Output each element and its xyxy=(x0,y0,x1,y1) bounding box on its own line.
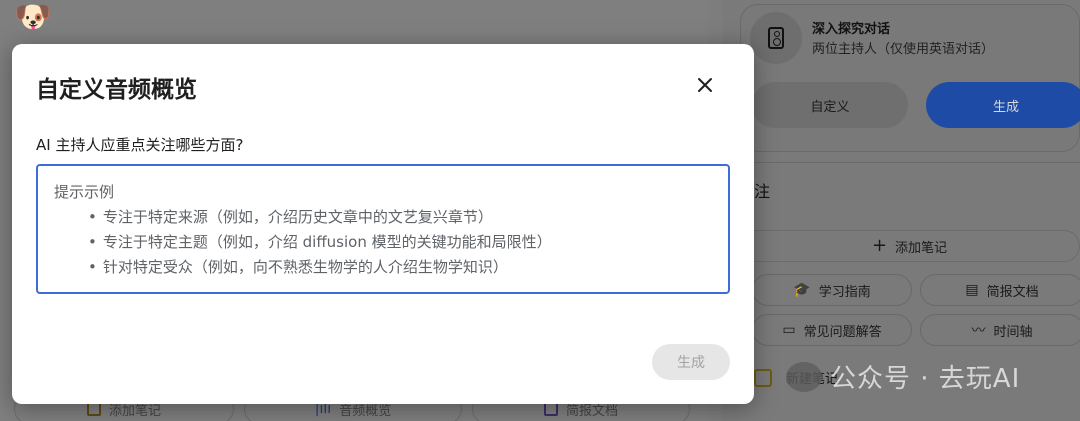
focus-prompt-textarea[interactable]: 提示示例 • 专注于特定来源（例如，介绍历史文章中的文艺复兴章节） • 专注于特定主… xyxy=(36,164,730,294)
prompt-example: • 专注于特定主题（例如，介绍 diffusion 模型的关键功能和局限性） xyxy=(88,233,552,251)
note-icon xyxy=(86,402,101,416)
speaker-icon xyxy=(750,12,802,64)
graduation-cap-icon: 🎓 xyxy=(793,282,811,298)
dog-avatar-icon: 🐶 xyxy=(14,0,52,35)
add-note-button[interactable]: + 添加笔记 xyxy=(740,230,1080,262)
trend-line-icon: 〰 xyxy=(971,323,986,339)
notes-section-title: 注 xyxy=(754,182,771,201)
timeline-chip[interactable]: 〰 时间轴 xyxy=(920,314,1080,346)
chat-icon: ▭ xyxy=(782,322,796,338)
study-guide-label: 学习指南 xyxy=(818,284,871,300)
audio-card-title: 深入探究对话 xyxy=(812,22,891,37)
focus-question-label: AI 主持人应重点关注哪些方面? xyxy=(36,136,244,154)
generate-button[interactable]: 生成 xyxy=(652,344,730,380)
document-icon: ▤ xyxy=(965,282,979,298)
customize-audio-dialog: 自定义音频概览 AI 主持人应重点关注哪些方面? 提示示例 • 专注于特定来源（例… xyxy=(12,44,754,404)
briefing-icon xyxy=(543,402,558,416)
add-note-label: 添加笔记 xyxy=(895,240,948,256)
prompt-header: 提示示例 xyxy=(54,183,115,201)
dialog-title: 自定义音频概览 xyxy=(36,77,197,103)
prompt-example: • 专注于特定来源（例如，介绍历史文章中的文艺复兴章节） xyxy=(88,208,493,226)
briefing-doc-label: 简报文档 xyxy=(986,284,1039,300)
wechat-logo-icon xyxy=(786,361,822,392)
close-icon xyxy=(698,78,712,92)
audio-card-subtitle: 两位主持人（仅使用英语对话） xyxy=(812,42,995,57)
study-guide-chip[interactable]: 🎓 学习指南 xyxy=(752,274,912,306)
timeline-label: 时间轴 xyxy=(993,324,1033,340)
divider xyxy=(740,162,1080,163)
generate-button-bg[interactable]: 生成 xyxy=(926,82,1080,128)
close-button[interactable] xyxy=(688,68,722,102)
prompt-example: • 针对特定受众（例如，向不熟悉生物学的人介绍生物学知识） xyxy=(88,258,508,276)
faq-label: 常见问题解答 xyxy=(803,324,882,340)
customize-button-bg[interactable]: 自定义 xyxy=(752,82,908,128)
watermark: 公众号 · 去玩AI xyxy=(786,358,1020,395)
watermark-text: 公众号 · 去玩AI xyxy=(830,364,1021,394)
note-icon xyxy=(754,368,772,387)
plus-icon: + xyxy=(871,235,888,256)
briefing-doc-chip[interactable]: ▤ 简报文档 xyxy=(920,274,1080,306)
faq-chip[interactable]: ▭ 常见问题解答 xyxy=(752,314,912,346)
